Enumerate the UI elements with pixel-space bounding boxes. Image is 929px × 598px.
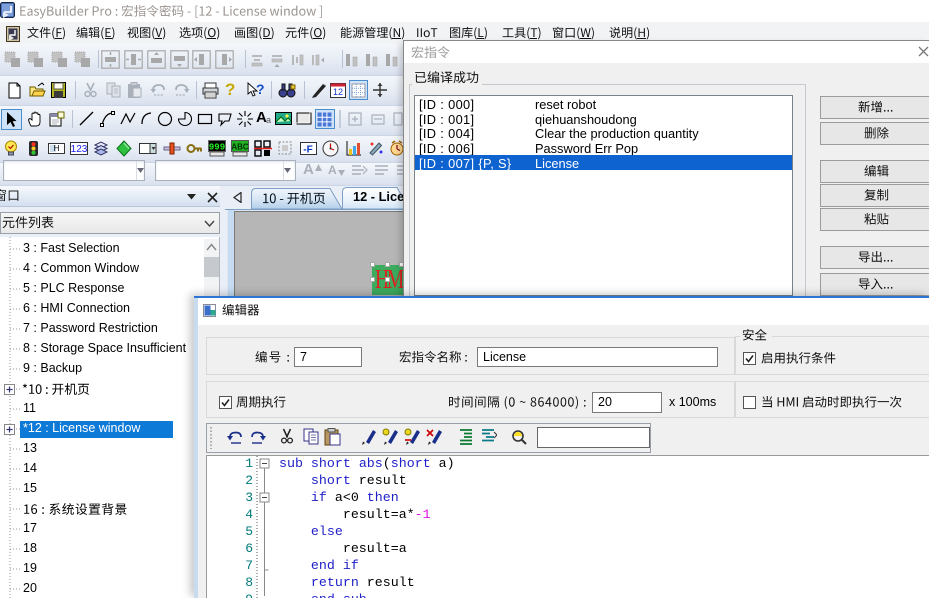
svg-text:-F: -F: [303, 145, 312, 156]
svg-text:999: 999: [209, 143, 225, 153]
svg-text:ABC: ABC: [231, 143, 249, 152]
svg-text:123: 123: [71, 144, 88, 155]
svg-text:H: H: [54, 144, 60, 153]
svg-text:12: 12: [333, 87, 343, 97]
